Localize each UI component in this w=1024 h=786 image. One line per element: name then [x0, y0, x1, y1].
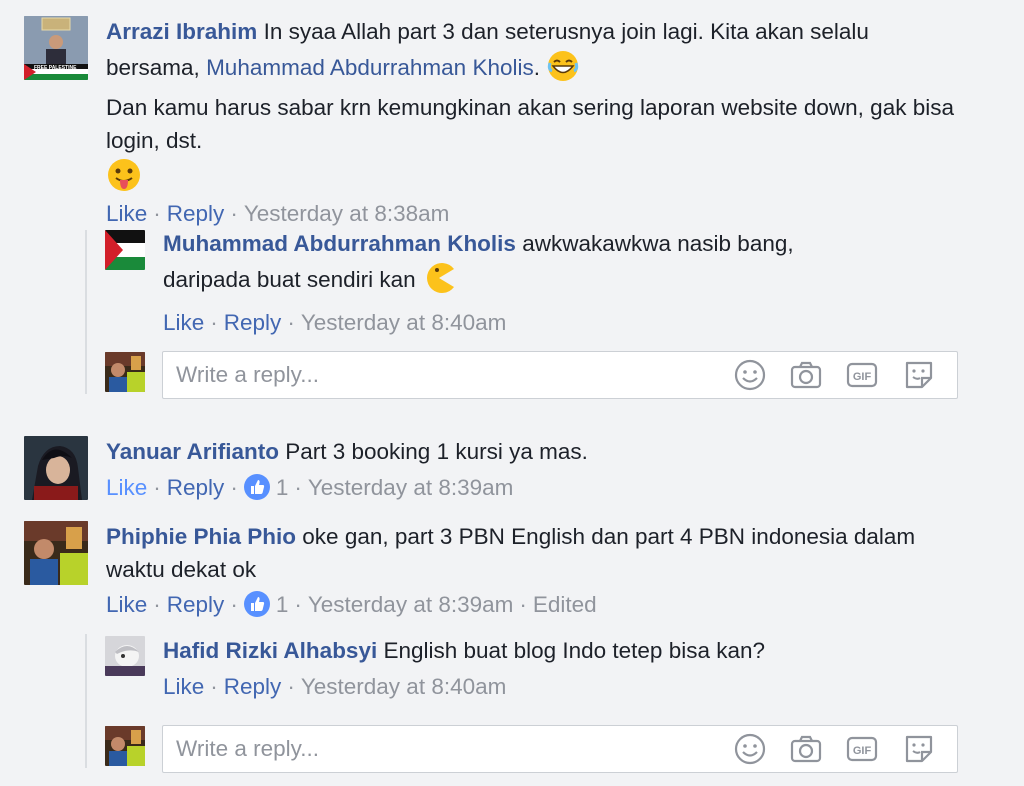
mention-link[interactable]: Muhammad Abdurrahman Kholis: [206, 55, 534, 80]
reply-composer: GIF: [162, 351, 958, 399]
comment-text: Phiphie Phia Phio oke gan, part 3 PBN En…: [106, 521, 936, 586]
separator: ·: [210, 673, 218, 699]
separator: ·: [153, 474, 161, 500]
comment-yanuar: Yanuar Arifianto Part 3 booking 1 kursi …: [0, 436, 1024, 516]
separator: ·: [153, 201, 161, 226]
thumbs-up-icon[interactable]: [243, 591, 270, 617]
tongue-out-emoji: [106, 157, 966, 197]
comment-author[interactable]: Yanuar Arifianto: [106, 439, 279, 464]
reply-author[interactable]: Hafid Rizki Alhabsyi: [163, 638, 377, 663]
comment-actions: Like · Reply · 1 · Yesterday at 8:39am: [106, 473, 966, 503]
separator: ·: [210, 310, 218, 335]
svg-text:GIF: GIF: [853, 745, 872, 757]
comment-thread: FREE PALESTINE Arrazi Ibrahim In syaa Al…: [0, 0, 1024, 786]
timestamp[interactable]: Yesterday at 8:38am: [244, 201, 450, 226]
smiley-icon[interactable]: [733, 358, 767, 392]
reply-kholis: Muhammad Abdurrahman Kholis awkwakawkwa …: [0, 228, 1024, 338]
like-link[interactable]: Like: [106, 592, 147, 617]
reply-actions: Like · Reply · Yesterday at 8:40am: [163, 672, 943, 702]
timestamp[interactable]: Yesterday at 8:40am: [301, 674, 507, 699]
avatar[interactable]: [24, 521, 88, 585]
comment-text-line2: Dan kamu harus sabar krn kemungkinan aka…: [106, 95, 954, 153]
reply-body: Muhammad Abdurrahman Kholis awkwakawkwa …: [163, 228, 943, 338]
separator: ·: [230, 592, 238, 617]
separator: ·: [230, 201, 238, 226]
comment-body: Arrazi Ibrahim In syaa Allah part 3 dan …: [106, 16, 966, 229]
separator: ·: [294, 474, 302, 500]
comment-author[interactable]: Arrazi Ibrahim: [106, 19, 257, 44]
reply-link[interactable]: Reply: [224, 310, 282, 335]
reply-link[interactable]: Reply: [167, 475, 225, 500]
smiley-icon[interactable]: [733, 732, 767, 766]
avatar-caption: FREE PALESTINE: [34, 65, 77, 71]
like-link[interactable]: Like: [106, 475, 147, 500]
reply-text: Muhammad Abdurrahman Kholis awkwakawkwa …: [163, 228, 883, 304]
avatar[interactable]: [24, 436, 88, 500]
separator: ·: [519, 592, 527, 617]
reply-text: Hafid Rizki Alhabsyi English buat blog I…: [163, 635, 943, 668]
like-link[interactable]: Like: [106, 201, 147, 226]
grinning-sweat-emoji: [546, 49, 580, 93]
reply-input[interactable]: [174, 360, 718, 390]
current-user-avatar: [105, 352, 145, 392]
reply-author[interactable]: Muhammad Abdurrahman Kholis: [163, 231, 516, 256]
comment-body: Phiphie Phia Phio oke gan, part 3 PBN En…: [106, 521, 936, 620]
camera-icon[interactable]: [789, 732, 823, 766]
comment-body: Yanuar Arifianto Part 3 booking 1 kursi …: [106, 436, 966, 503]
reply-actions: Like · Reply · Yesterday at 8:40am: [163, 308, 943, 338]
comment-text-part: Part 3 booking 1 kursi ya mas.: [285, 439, 588, 464]
comment-text-end: .: [533, 54, 540, 80]
like-link[interactable]: Like: [163, 310, 204, 335]
separator: ·: [287, 310, 295, 335]
thumbs-up-icon[interactable]: [243, 473, 270, 500]
comment-author[interactable]: Phiphie Phia Phio: [106, 524, 296, 549]
comment-actions: Like · Reply · Yesterday at 8:38am: [106, 199, 966, 229]
avatar[interactable]: FREE PALESTINE: [24, 16, 88, 80]
comment-text: Yanuar Arifianto Part 3 booking 1 kursi …: [106, 436, 966, 469]
gif-icon[interactable]: GIF: [845, 732, 879, 766]
avatar[interactable]: [105, 230, 145, 270]
sticker-icon[interactable]: [902, 732, 936, 766]
reply-hafid: Hafid Rizki Alhabsyi English buat blog I…: [0, 635, 1024, 710]
comment-text: Arrazi Ibrahim In syaa Allah part 3 dan …: [106, 16, 966, 92]
separator: ·: [153, 592, 161, 617]
separator: ·: [294, 592, 302, 617]
gif-icon[interactable]: GIF: [845, 358, 879, 392]
current-user-avatar: [105, 726, 145, 766]
comment-actions: Like · Reply · 1 · Yesterday at 8:39am · Edited: [106, 590, 936, 620]
reply-body: Hafid Rizki Alhabsyi English buat blog I…: [163, 635, 943, 702]
reply-input[interactable]: [174, 734, 718, 764]
sticker-icon[interactable]: [902, 358, 936, 392]
comment-phiphie: Phiphie Phia Phio oke gan, part 3 PBN En…: [0, 521, 1024, 631]
svg-text:GIF: GIF: [853, 371, 872, 383]
edited-label[interactable]: Edited: [533, 592, 597, 617]
timestamp[interactable]: Yesterday at 8:40am: [301, 310, 507, 335]
timestamp[interactable]: Yesterday at 8:39am: [308, 475, 514, 500]
reply-link[interactable]: Reply: [224, 674, 282, 699]
camera-icon[interactable]: [789, 358, 823, 392]
pacman-emoji: [422, 261, 456, 305]
reply-composer: GIF: [162, 725, 958, 773]
separator: ·: [230, 474, 238, 500]
timestamp[interactable]: Yesterday at 8:39am: [308, 592, 514, 617]
reply-link[interactable]: Reply: [167, 592, 225, 617]
reply-link[interactable]: Reply: [167, 201, 225, 226]
comment-arrazi: FREE PALESTINE Arrazi Ibrahim In syaa Al…: [0, 0, 1024, 400]
like-count[interactable]: 1: [276, 475, 289, 500]
reply-text-part: English buat blog Indo tetep bisa kan?: [383, 638, 766, 663]
separator: ·: [287, 673, 295, 699]
avatar[interactable]: [105, 636, 145, 676]
like-count[interactable]: 1: [276, 592, 289, 617]
like-link[interactable]: Like: [163, 674, 204, 699]
